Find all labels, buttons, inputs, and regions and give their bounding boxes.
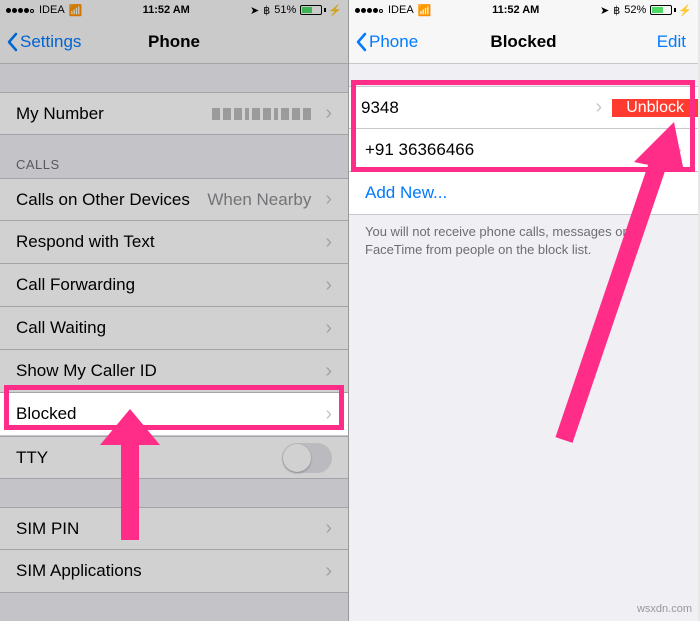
chevron-right-icon: › [675,139,682,162]
clock: 11:52 AM [143,4,190,16]
my-number-value: › [212,102,332,125]
row-my-number[interactable]: My Number › [0,92,348,135]
row-blocked-number-1[interactable]: 9348 › Unblock [349,86,698,129]
edit-button[interactable]: Edit [657,32,692,52]
battery-percent: 52% [624,4,646,16]
row-call-forwarding[interactable]: Call Forwarding › [0,264,348,307]
phone-blocked-screen: IDEA 📶 11:52 AM ➤ ฿ 52% ⚡ Phone Blocked … [349,0,698,621]
battery-icon: ⚡ [650,4,692,17]
battery-icon: ⚡ [300,4,342,17]
status-bar: IDEA 📶 11:52 AM ➤ ฿ 51% ⚡ [0,0,348,20]
row-label: TTY [16,448,48,468]
watermark: wsxdn.com [637,603,692,615]
blocked-number-label: 9348 [361,98,399,118]
row-label: Calls on Other Devices [16,190,190,210]
chevron-right-icon: › [596,96,603,119]
carrier-label: IDEA [39,4,65,16]
row-label: SIM PIN [16,519,79,539]
row-add-new[interactable]: Add New... [349,172,698,215]
chevron-right-icon: › [325,317,332,340]
chevron-left-icon [355,32,367,52]
row-respond-text[interactable]: Respond with Text › [0,221,348,264]
row-label: Respond with Text [16,232,155,252]
chevron-right-icon: › [325,231,332,254]
add-new-label: Add New... [365,183,447,203]
signal-dots-icon [355,4,384,16]
chevron-right-icon: › [325,274,332,297]
wifi-icon: 📶 [69,4,83,17]
battery-percent: 51% [274,4,296,16]
wifi-icon: 📶 [418,4,432,17]
row-label: Call Waiting [16,318,106,338]
row-call-waiting[interactable]: Call Waiting › [0,307,348,350]
back-label: Phone [369,32,418,52]
row-label: SIM Applications [16,561,142,581]
row-blocked[interactable]: Blocked › [0,393,348,436]
calls-section-header: CALLS [0,135,348,178]
back-button[interactable]: Settings [6,32,81,52]
row-sim-applications[interactable]: SIM Applications › [0,550,348,593]
bluetooth-icon: ฿ [263,4,270,17]
chevron-right-icon: › [325,188,332,211]
nav-bar: Settings Phone [0,20,348,64]
row-sim-pin[interactable]: SIM PIN › [0,507,348,550]
back-label: Settings [20,32,81,52]
phone-settings-screen: IDEA 📶 11:52 AM ➤ ฿ 51% ⚡ Settings Phone… [0,0,349,621]
row-label: Show My Caller ID [16,361,157,381]
chevron-right-icon: › [325,403,332,426]
location-icon: ➤ [600,4,609,17]
unblock-button[interactable]: Unblock [612,99,698,117]
chevron-right-icon: › [325,560,332,583]
row-value: When Nearby [207,190,311,210]
row-label: Call Forwarding [16,275,135,295]
chevron-right-icon: › [325,102,332,125]
status-bar: IDEA 📶 11:52 AM ➤ ฿ 52% ⚡ [349,0,698,20]
clock: 11:52 AM [492,4,539,16]
chevron-right-icon: › [325,360,332,383]
switch-toggle[interactable] [282,443,332,473]
row-calls-other-devices[interactable]: Calls on Other Devices When Nearby › [0,178,348,221]
bluetooth-icon: ฿ [613,4,620,17]
signal-dots-icon [6,4,35,16]
back-button[interactable]: Phone [355,32,418,52]
row-blocked-number-2[interactable]: +91 36366466 › [349,129,698,172]
chevron-right-icon: › [325,517,332,540]
block-description: You will not receive phone calls, messag… [349,215,698,266]
row-label: Blocked [16,404,76,424]
location-icon: ➤ [250,4,259,17]
row-tty[interactable]: TTY [0,436,348,479]
chevron-left-icon [6,32,18,52]
blocked-number-label: +91 36366466 [365,140,474,160]
row-caller-id[interactable]: Show My Caller ID › [0,350,348,393]
nav-bar: Phone Blocked Edit [349,20,698,64]
my-number-label: My Number [16,104,104,124]
redacted-number-icon [212,108,311,120]
carrier-label: IDEA [388,4,414,16]
